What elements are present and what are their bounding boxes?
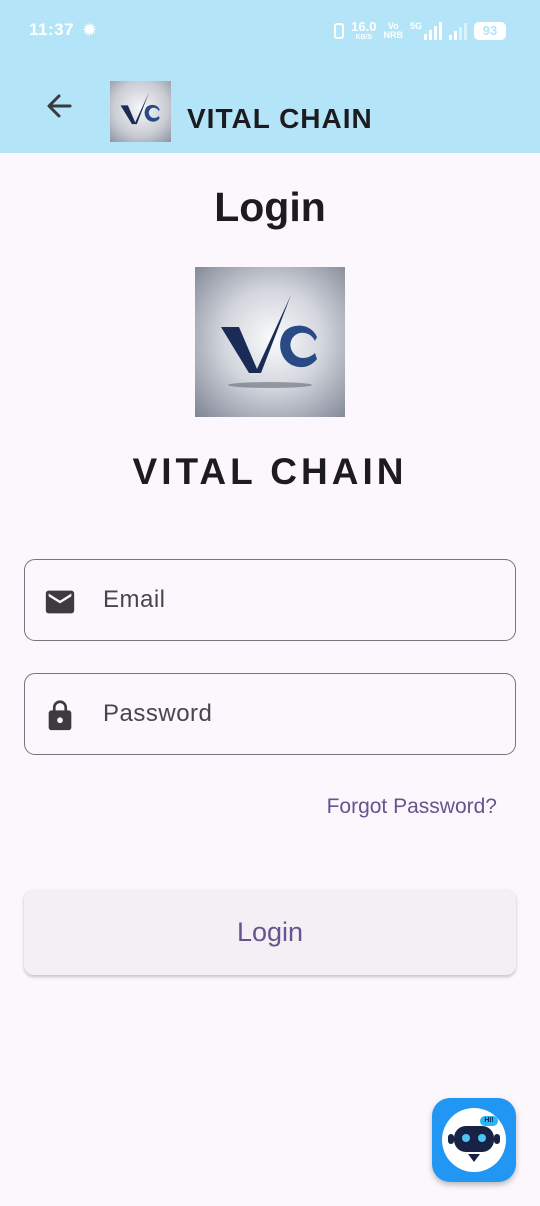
email-icon <box>43 585 77 619</box>
email-field[interactable] <box>24 559 516 641</box>
email-input[interactable] <box>103 560 503 639</box>
network-speed: 16.0 KB/S <box>351 19 377 41</box>
status-bar: 11:37 ✹ 16.0 KB/S Vo NRB 5G 93 <box>0 0 540 62</box>
password-field[interactable] <box>24 673 516 755</box>
status-time: 11:37 <box>29 20 75 39</box>
volte-indicator: Vo NRB <box>383 21 403 40</box>
login-button[interactable]: Login <box>24 889 516 975</box>
settings-notification-icon: ✹ <box>82 20 98 40</box>
chatbot-icon <box>442 1108 506 1172</box>
arrow-back-icon[interactable] <box>40 86 80 126</box>
signal-5g-icon: 5G <box>410 22 442 40</box>
app-bar-title: VITAL CHAIN <box>187 103 373 134</box>
chatbot-badge: HI! <box>484 1117 494 1124</box>
status-icons: 16.0 KB/S Vo NRB 5G 93 <box>334 18 506 44</box>
vital-chain-logo <box>195 267 345 417</box>
battery-indicator: 93 <box>474 22 506 40</box>
app-bar: VITAL CHAIN <box>0 62 540 153</box>
forgot-password-link[interactable]: Forgot Password? <box>327 795 497 819</box>
page-title: Login <box>214 184 326 230</box>
brand-name: VITAL CHAIN <box>132 451 408 492</box>
password-input[interactable] <box>103 674 503 753</box>
chatbot-button[interactable]: HI! <box>432 1098 516 1182</box>
vibrate-icon <box>334 23 345 39</box>
app-bar-logo <box>110 81 171 142</box>
lock-icon <box>43 699 77 733</box>
signal-icon <box>449 22 467 40</box>
